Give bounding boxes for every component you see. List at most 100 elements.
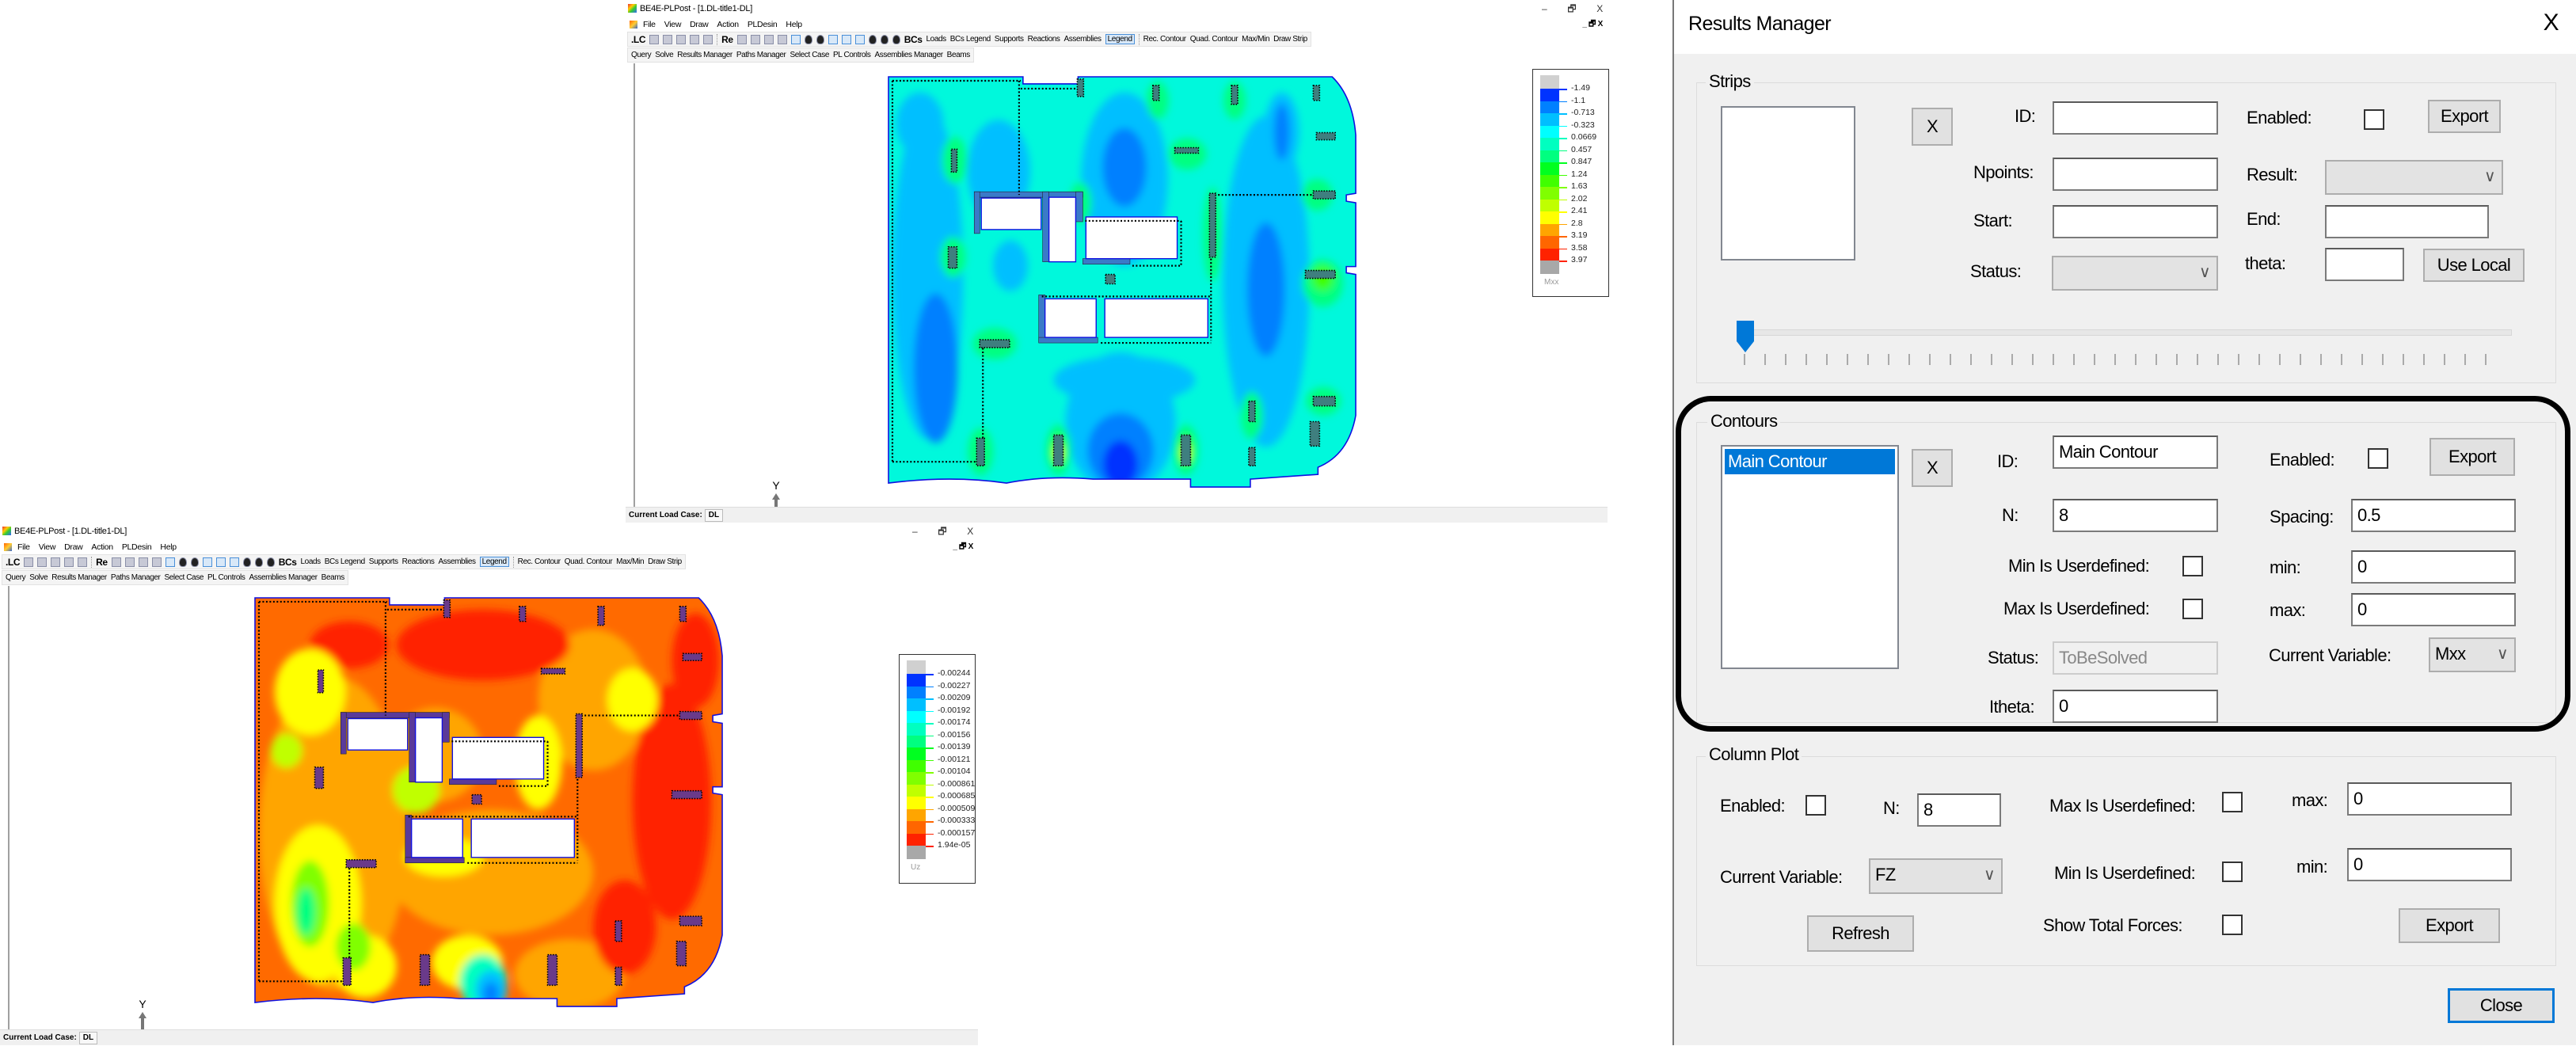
menu-action[interactable]: Action: [717, 17, 739, 32]
toolbar-lc[interactable]: .LC: [631, 34, 646, 45]
zoom-window-icon[interactable]: [736, 34, 747, 44]
toolbar-solve[interactable]: Solve: [29, 573, 48, 582]
new-file-icon[interactable]: [649, 34, 660, 44]
point-icon[interactable]: [816, 34, 824, 44]
print-preview-icon[interactable]: [703, 34, 713, 44]
pan-icon[interactable]: [138, 557, 148, 567]
toolbar-assemblies-manager[interactable]: Assemblies Manager: [874, 51, 943, 59]
toolbar-paths-manager[interactable]: Paths Manager: [736, 51, 786, 59]
node-icon[interactable]: [804, 34, 812, 44]
pan-icon[interactable]: [763, 34, 774, 44]
menu-help[interactable]: Help: [160, 540, 177, 554]
maximize-icon[interactable]: 🗗: [938, 523, 946, 540]
node2-icon[interactable]: [242, 557, 251, 567]
new-file-icon[interactable]: [24, 557, 34, 567]
column-max-userdefined-checkbox[interactable]: [2222, 792, 2243, 812]
toolbar-pl-controls[interactable]: PL Controls: [207, 573, 245, 582]
toolbar-re[interactable]: Re: [721, 34, 733, 45]
toolbar-loads[interactable]: Loads: [927, 35, 947, 44]
contour-plot[interactable]: [888, 76, 1360, 490]
toolbar-query[interactable]: Query: [6, 573, 26, 582]
strip-enabled-checkbox[interactable]: [2364, 109, 2384, 130]
mdi-window-controls[interactable]: _ 🗗 X: [953, 540, 973, 554]
zoom-extents-icon[interactable]: [750, 34, 760, 44]
rectangle-icon[interactable]: [854, 34, 865, 44]
zoom-window-icon[interactable]: [111, 557, 121, 567]
zoom-extents-icon[interactable]: [124, 557, 135, 567]
menu-help[interactable]: Help: [786, 17, 802, 32]
arrow-icon[interactable]: [892, 34, 900, 44]
menu-file[interactable]: File: [643, 17, 656, 32]
strip-status-dropdown[interactable]: ∨: [2052, 256, 2218, 291]
menu-draw[interactable]: Draw: [690, 17, 709, 32]
theta-input[interactable]: [2325, 248, 2404, 281]
toolbar-bcs-legend[interactable]: BCs Legend: [950, 35, 991, 44]
column-enabled-checkbox[interactable]: [1805, 795, 1826, 816]
use-local-button[interactable]: Use Local: [2423, 249, 2525, 282]
toolbar-beams[interactable]: Beams: [322, 573, 345, 582]
select-area-icon[interactable]: [790, 34, 801, 44]
rectangle-icon[interactable]: [229, 557, 239, 567]
toolbar-paths-manager[interactable]: Paths Manager: [111, 573, 161, 582]
toolbar-assemblies[interactable]: Assemblies: [1064, 35, 1102, 44]
print-icon[interactable]: [690, 34, 700, 44]
grid-icon[interactable]: [777, 34, 787, 44]
toolbar-bcs[interactable]: BCs: [279, 557, 297, 568]
node2-icon[interactable]: [868, 34, 877, 44]
toolbar-beams[interactable]: Beams: [947, 51, 971, 59]
toolbar-results-manager[interactable]: Results Manager: [677, 51, 732, 59]
toolbar-quad-contour[interactable]: Quad. Contour: [1190, 35, 1239, 44]
point2-icon[interactable]: [254, 557, 263, 567]
close-icon[interactable]: X: [967, 523, 973, 540]
close-button[interactable]: Close: [2448, 988, 2555, 1023]
point-icon[interactable]: [190, 557, 199, 567]
node-icon[interactable]: [178, 557, 187, 567]
toolbar-assemblies[interactable]: Assemblies: [439, 557, 477, 566]
strip-id-input[interactable]: [2053, 101, 2218, 135]
column-n-input[interactable]: 8: [1917, 793, 2001, 827]
strip-remove-button[interactable]: X: [1912, 108, 1953, 146]
toolbar-loads[interactable]: Loads: [301, 557, 322, 566]
toolbar-legend[interactable]: Legend: [479, 557, 509, 567]
toolbar-results-manager[interactable]: Results Manager: [51, 573, 107, 582]
grid-icon[interactable]: [151, 557, 162, 567]
menu-pldesin[interactable]: PLDesin: [748, 17, 778, 32]
end-input[interactable]: [2325, 205, 2489, 238]
toolbar-query[interactable]: Query: [631, 51, 652, 59]
toolbar-bcs-legend[interactable]: BCs Legend: [325, 557, 365, 566]
column-min-input[interactable]: 0: [2347, 848, 2512, 881]
npoints-input[interactable]: [2053, 158, 2218, 191]
toolbar-max-min[interactable]: Max/Min: [1242, 35, 1269, 44]
open-folder-icon[interactable]: [37, 557, 48, 567]
print-preview-icon[interactable]: [78, 557, 88, 567]
strip-export-button[interactable]: Export: [2428, 100, 2501, 133]
column-min-userdefined-checkbox[interactable]: [2222, 862, 2243, 882]
close-icon[interactable]: X: [1596, 0, 1603, 17]
area-icon[interactable]: [841, 34, 851, 44]
minimize-icon[interactable]: –: [912, 523, 918, 540]
column-current-variable-dropdown[interactable]: FZ ∨: [1869, 858, 2003, 894]
toolbar-select-case[interactable]: Select Case: [164, 573, 204, 582]
menu-pldesin[interactable]: PLDesin: [122, 540, 152, 554]
area-icon[interactable]: [215, 557, 226, 567]
minimize-icon[interactable]: –: [1542, 0, 1547, 17]
column-export-button[interactable]: Export: [2399, 908, 2500, 943]
menu-view[interactable]: View: [664, 17, 682, 32]
menu-action[interactable]: Action: [91, 540, 113, 554]
toolbar-reactions[interactable]: Reactions: [402, 557, 435, 566]
save-icon[interactable]: [51, 557, 61, 567]
line-icon[interactable]: [828, 34, 838, 44]
toolbar-rec-contour[interactable]: Rec. Contour: [518, 557, 561, 566]
start-input[interactable]: [2053, 205, 2218, 238]
toolbar-supports[interactable]: Supports: [369, 557, 398, 566]
menu-view[interactable]: View: [39, 540, 56, 554]
toolbar-supports[interactable]: Supports: [995, 35, 1024, 44]
menu-file[interactable]: File: [17, 540, 30, 554]
toolbar-legend[interactable]: Legend: [1105, 34, 1135, 44]
current-load-case-value[interactable]: DL: [704, 509, 724, 522]
toolbar-reactions[interactable]: Reactions: [1028, 35, 1060, 44]
toolbar-assemblies-manager[interactable]: Assemblies Manager: [249, 573, 318, 582]
toolbar-solve[interactable]: Solve: [655, 51, 673, 59]
strip-slider-track[interactable]: [1739, 329, 2512, 336]
toolbar-pl-controls[interactable]: PL Controls: [833, 51, 871, 59]
